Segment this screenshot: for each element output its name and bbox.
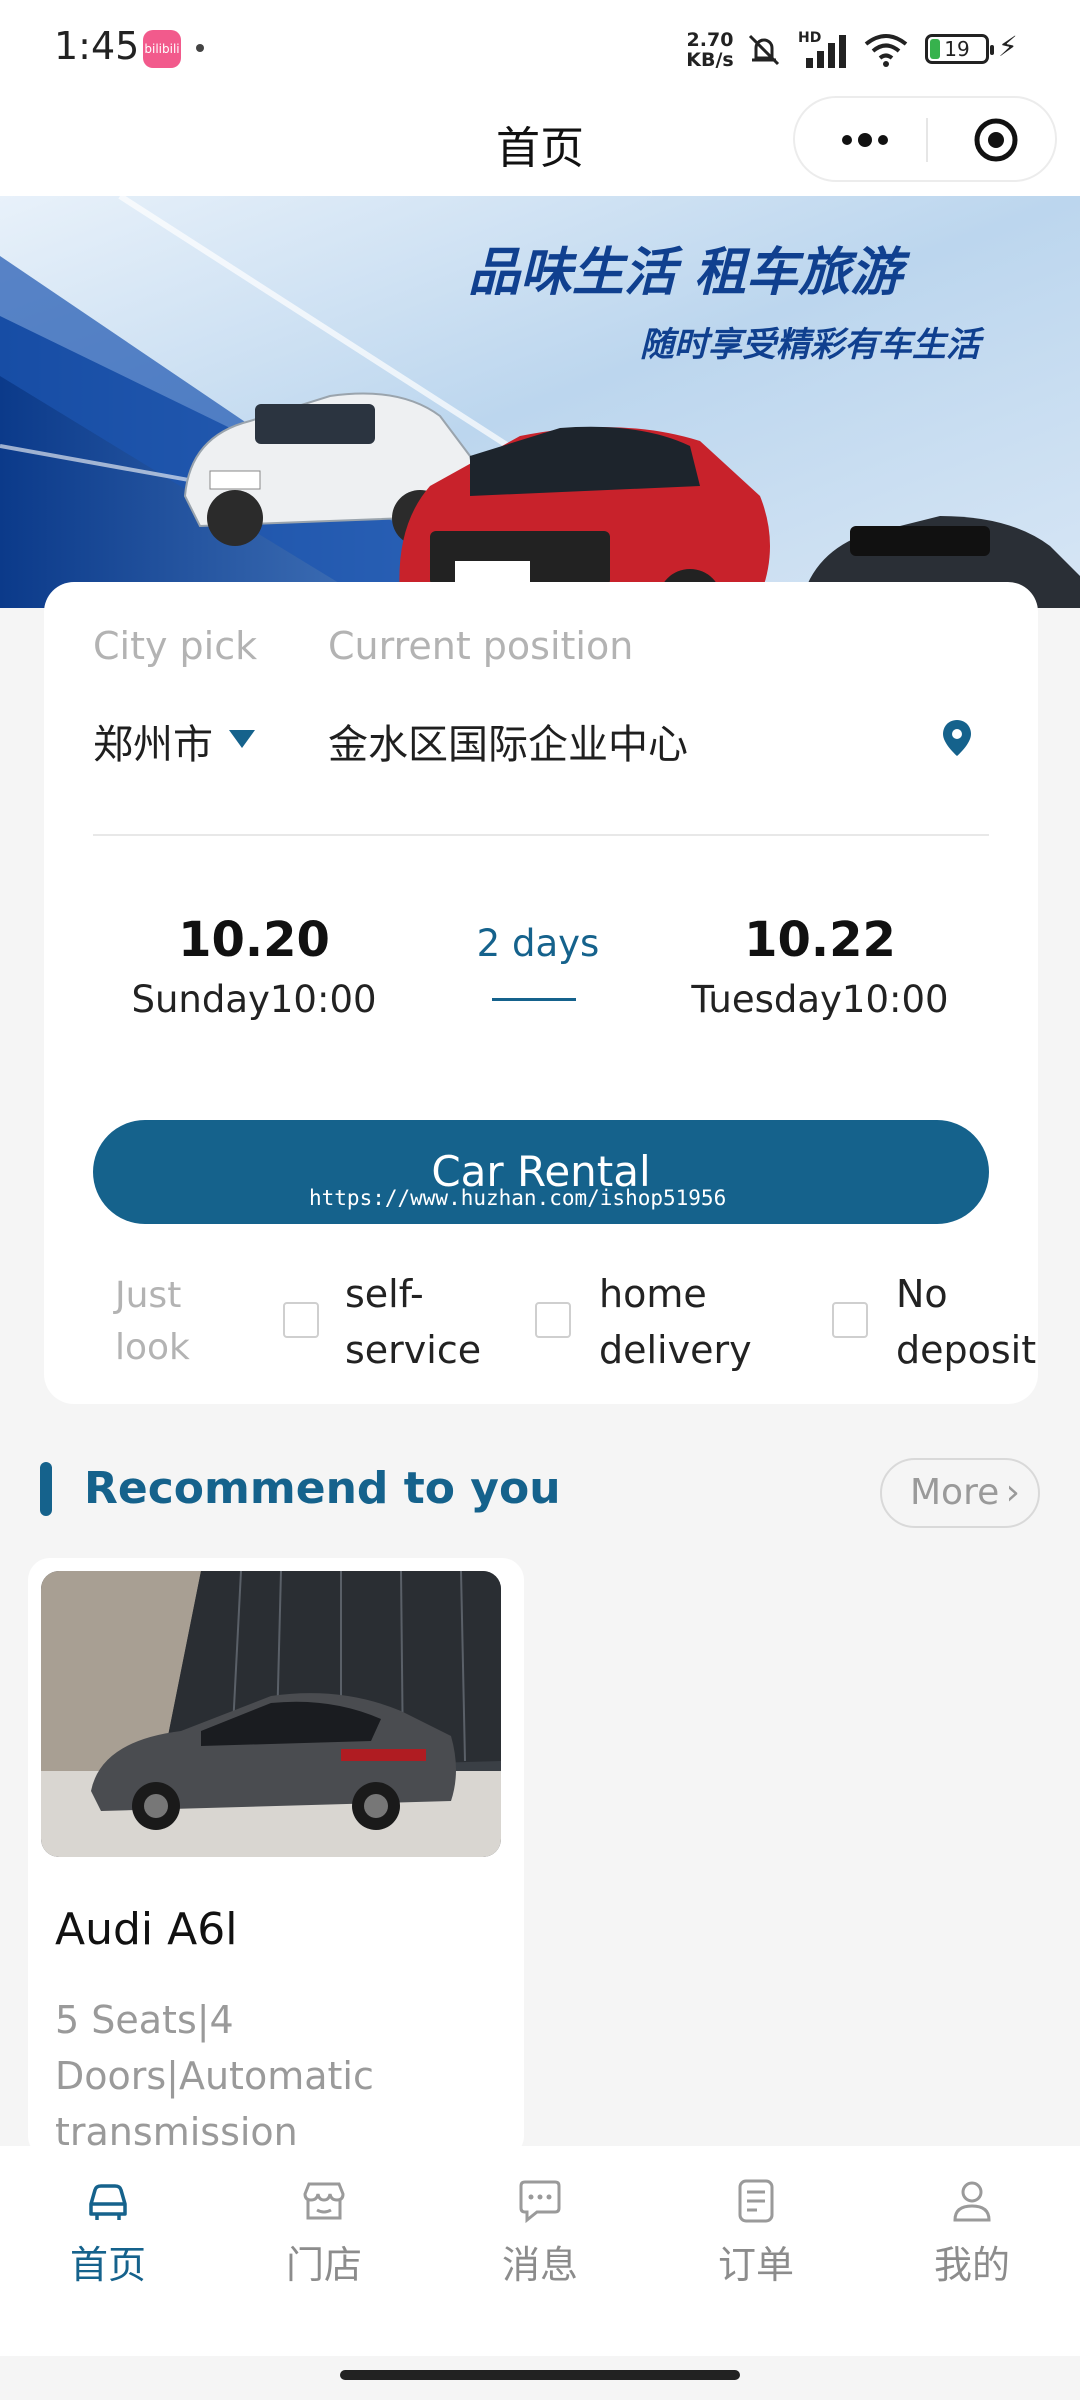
mute-icon — [748, 34, 780, 66]
tab-mine-label: 我的 — [933, 2243, 1010, 2287]
banner-image: 品味生活 租车旅游 随时享受精彩有车生活 — [0, 196, 1080, 608]
location-pin-icon[interactable] — [940, 718, 974, 758]
notification-dot — [196, 44, 204, 52]
pickup-date[interactable]: 10.20 Sunday10:00 — [104, 912, 404, 1021]
self-service-line2: service — [345, 1328, 482, 1372]
signal-icon — [806, 35, 846, 68]
self-service-label[interactable]: self- service — [345, 1266, 481, 1378]
tab-message-label: 消息 — [501, 2243, 578, 2287]
charging-icon: ⚡ — [998, 30, 1018, 63]
just-look-line1: Just — [115, 1275, 182, 1316]
net-speed-value: 2.70 — [686, 29, 734, 51]
tab-orders-label: 订单 — [717, 2243, 794, 2287]
capsule-divider — [926, 118, 928, 162]
message-icon — [519, 2180, 561, 2224]
booking-card: City pick Current position 郑州市 金水区国际企业中心… — [44, 582, 1038, 1404]
no-deposit-label[interactable]: No deposit — [896, 1266, 1036, 1378]
recommend-title: Recommend to you — [84, 1463, 561, 1514]
return-date[interactable]: 10.22 Tuesday10:00 — [670, 912, 970, 1021]
no-deposit-checkbox[interactable] — [832, 1302, 868, 1338]
pickup-date-value: 10.20 — [178, 912, 330, 968]
tab-bar: 首页 门店 消息 订单 我的 — [0, 2146, 1080, 2356]
city-selector[interactable]: 郑州市 — [93, 712, 213, 770]
banner-tagline: 随时享受精彩有车生活 — [640, 325, 985, 365]
wifi-icon — [864, 34, 908, 67]
caret-down-icon[interactable] — [229, 730, 255, 748]
tab-home[interactable]: 首页 — [38, 2176, 178, 2289]
battery-level: 19 — [944, 37, 970, 61]
city-pick-label: City pick — [93, 624, 258, 668]
more-dots-icon[interactable] — [835, 120, 895, 160]
store-icon — [303, 2182, 345, 2220]
home-delivery-line1: home — [599, 1272, 707, 1316]
more-button[interactable]: More › — [880, 1458, 1040, 1528]
tab-orders[interactable]: 订单 — [686, 2176, 826, 2289]
tab-store-label: 门店 — [285, 2243, 362, 2287]
just-look-line2: look — [115, 1327, 190, 1368]
pickup-day-time: Sunday10:00 — [131, 978, 377, 1021]
tab-home-label: 首页 — [69, 2243, 146, 2287]
position-input[interactable]: 金水区国际企业中心 — [328, 712, 688, 770]
current-position-label: Current position — [328, 624, 634, 668]
car-card[interactable]: Audi A6l 5 Seats|4 Doors|Automatic trans… — [28, 1558, 524, 2158]
audi-car-picture — [41, 1571, 501, 1857]
net-speed: 2.70 KB/s — [684, 30, 736, 70]
home-indicator[interactable] — [340, 2370, 740, 2380]
chevron-right-icon: › — [1005, 1472, 1020, 1513]
car-icon — [89, 2184, 127, 2220]
order-icon — [738, 2179, 774, 2223]
tab-mine[interactable]: 我的 — [902, 2176, 1042, 2289]
car-name: Audi A6l — [55, 1904, 238, 1955]
home-delivery-checkbox[interactable] — [535, 1302, 571, 1338]
car-image — [41, 1571, 501, 1857]
divider — [93, 834, 989, 836]
net-speed-unit: KB/s — [686, 49, 734, 71]
status-time: 1:45 — [54, 24, 140, 68]
tab-store[interactable]: 门店 — [254, 2176, 394, 2289]
close-miniprogram-icon[interactable] — [972, 116, 1020, 164]
miniprogram-capsule — [793, 96, 1057, 182]
screen: 1:45 bilibili 2.70 KB/s HD 19 ⚡ 首页 品味生活 … — [0, 0, 1080, 2400]
more-label: More — [910, 1472, 1000, 1513]
duration-underline — [492, 998, 576, 1001]
battery-icon: 19 — [925, 34, 994, 64]
just-look-option[interactable]: Just look — [115, 1270, 215, 1374]
return-day-time: Tuesday10:00 — [691, 978, 949, 1021]
self-service-line1: self- — [345, 1272, 424, 1316]
bilibili-app-icon: bilibili — [143, 30, 181, 68]
section-accent-bar — [40, 1462, 52, 1516]
battery-fill — [930, 39, 940, 59]
no-deposit-line1: No — [896, 1272, 948, 1316]
rental-duration: 2 days — [476, 922, 600, 965]
return-date-value: 10.22 — [744, 912, 896, 968]
car-spec: 5 Seats|4 Doors|Automatic transmission — [55, 1998, 374, 2154]
self-service-checkbox[interactable] — [283, 1302, 319, 1338]
status-bar: 1:45 bilibili 2.70 KB/s HD 19 ⚡ — [0, 0, 1080, 96]
user-icon — [953, 2181, 991, 2222]
promo-banner[interactable]: 品味生活 租车旅游 随时享受精彩有车生活 — [0, 196, 1080, 608]
tab-message[interactable]: 消息 — [470, 2176, 610, 2289]
watermark-text: https://www.huzhan.com/ishop51956 — [309, 1186, 727, 1210]
navbar: 首页 — [0, 96, 1080, 196]
home-delivery-line2: delivery — [599, 1328, 752, 1372]
banner-headline: 品味生活 租车旅游 — [468, 243, 911, 303]
home-delivery-label[interactable]: home delivery — [599, 1266, 752, 1378]
no-deposit-line2: deposit — [896, 1328, 1037, 1372]
